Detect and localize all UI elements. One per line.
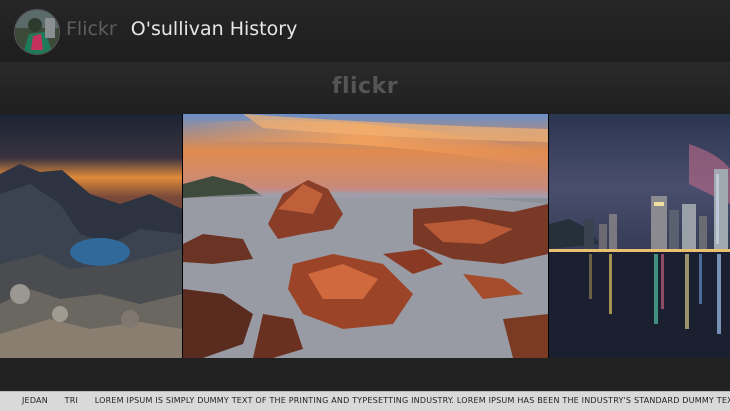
ticker-item: TRI (64, 396, 79, 405)
ticker-item: LOREM IPSUM IS SIMPLY DUMMY TEXT OF THE … (94, 396, 730, 405)
ticker-content: JEDAN TRI LOREM IPSUM IS SIMPLY DUMMY TE… (22, 396, 730, 405)
photo-mountain-lake[interactable] (0, 114, 182, 358)
photo-city-skyline[interactable] (549, 114, 730, 358)
news-ticker: JEDAN TRI LOREM IPSUM IS SIMPLY DUMMY TE… (0, 391, 730, 411)
ticker-item: JEDAN (22, 396, 48, 405)
feed-title: O'sullivan History (130, 18, 298, 40)
avatar[interactable] (14, 9, 60, 55)
title-row: Flickr O'sullivan History (66, 18, 297, 40)
flickr-logo: flickr (331, 74, 399, 99)
bottom-spacer (0, 358, 730, 391)
app-name: Flickr (66, 18, 117, 40)
header-bar: Flickr O'sullivan History (0, 0, 730, 62)
photo-coastal-rocks[interactable] (183, 114, 548, 358)
brand-band: flickr (0, 62, 730, 114)
photo-gallery (0, 114, 730, 358)
